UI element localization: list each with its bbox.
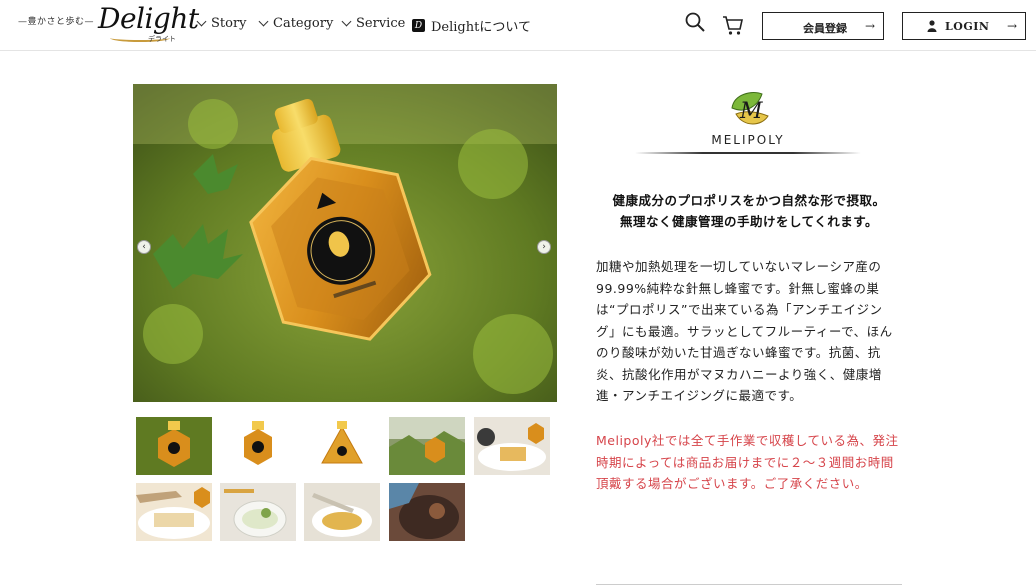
site-header: —豊かさと歩む— Delight デライト Story Category Ser… bbox=[0, 0, 1036, 51]
carousel-prev-icon[interactable]: ‹ bbox=[137, 240, 151, 254]
login-label: LOGIN bbox=[945, 20, 990, 33]
product-headline: 健康成分のプロポリスをかつ自然な形で摂取。 無理なく健康管理の手助けをしてくれま… bbox=[596, 190, 902, 232]
chevron-down-icon bbox=[341, 16, 352, 27]
logo-kana: デライト bbox=[148, 35, 176, 43]
product-description: 加糖や加熱処理を一切していないマレーシア産の99.99%純粋な針無し蜂蜜です。針… bbox=[596, 259, 893, 403]
delight-d-icon: D bbox=[412, 19, 425, 32]
headline-line-2: 無理なく健康管理の手助けをしてくれます。 bbox=[619, 214, 878, 229]
nav-label: Category bbox=[273, 16, 334, 31]
thumbnail-3[interactable] bbox=[304, 417, 380, 475]
melipoly-brand-logo: M MELIPOLY bbox=[635, 86, 861, 158]
nav-label: Service bbox=[356, 16, 406, 31]
chevron-down-icon bbox=[196, 16, 207, 27]
brand-name: MELIPOLY bbox=[711, 133, 785, 147]
nav-item-story[interactable]: Story bbox=[196, 16, 247, 31]
register-label: 会員登録 bbox=[803, 22, 847, 35]
thumbnail-4[interactable] bbox=[389, 417, 465, 475]
nav-item-category[interactable]: Category bbox=[258, 16, 334, 31]
nav-label: Story bbox=[211, 16, 247, 31]
shipping-notice: Melipoly社では全て手作業で収穫している為、発注時期によっては商品お届けま… bbox=[596, 433, 899, 491]
product-main-image[interactable]: ‹ › bbox=[133, 84, 557, 402]
thumbnail-2[interactable] bbox=[220, 417, 296, 475]
headline-line-1: 健康成分のプロポリスをかつ自然な形で摂取。 bbox=[612, 193, 886, 208]
brand-underline bbox=[635, 152, 861, 154]
nav-label: Delightについて bbox=[431, 20, 531, 35]
thumbnail-5[interactable] bbox=[474, 417, 550, 475]
thumbnail-7[interactable] bbox=[220, 483, 296, 541]
arrow-right-icon: → bbox=[1006, 19, 1017, 33]
melipoly-leaf-icon: M bbox=[731, 92, 769, 125]
brand-mark: M bbox=[739, 99, 763, 124]
nav-item-service[interactable]: Service bbox=[341, 16, 406, 31]
carousel-next-icon[interactable]: › bbox=[537, 240, 551, 254]
cart-icon[interactable] bbox=[722, 14, 744, 36]
thumbnail-8[interactable] bbox=[304, 483, 380, 541]
honey-bottle-on-moss-image bbox=[133, 84, 557, 402]
logo-wordmark: Delight bbox=[98, 2, 199, 35]
nav-item-about[interactable]: D Delightについて bbox=[412, 16, 531, 35]
search-icon[interactable] bbox=[684, 11, 706, 33]
register-button[interactable]: 会員登録 → bbox=[762, 12, 884, 40]
thumbnail-1[interactable] bbox=[136, 417, 212, 475]
chevron-down-icon bbox=[258, 16, 269, 27]
arrow-right-icon: → bbox=[864, 19, 875, 33]
delight-logo[interactable]: —豊かさと歩む— Delight デライト bbox=[18, 2, 199, 46]
login-button[interactable]: LOGIN → bbox=[902, 12, 1026, 40]
thumbnail-6[interactable] bbox=[136, 483, 212, 541]
thumbnail-9[interactable] bbox=[389, 483, 465, 541]
person-icon bbox=[927, 20, 937, 32]
section-divider bbox=[596, 584, 902, 585]
logo-tagline: —豊かさと歩む— bbox=[18, 17, 95, 27]
